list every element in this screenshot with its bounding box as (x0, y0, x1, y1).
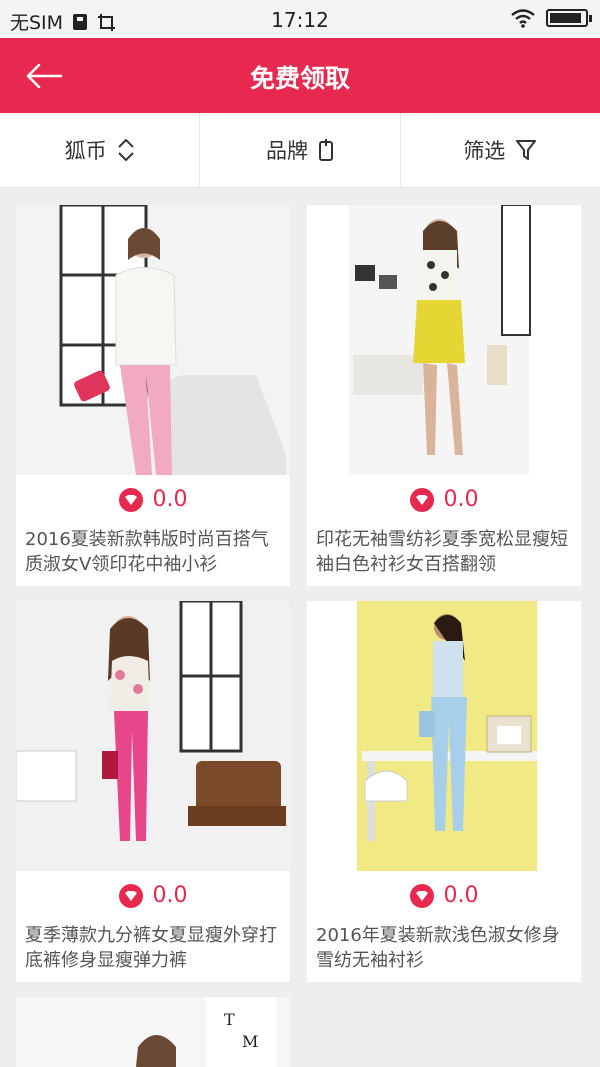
filter-bar: 狐币 品牌 筛选 (0, 113, 600, 188)
filter-coin-sort[interactable]: 狐币 (0, 113, 201, 187)
product-title: 印花无袖雪纺衫夏季宽松显瘦短袖白色衬衫女百搭翻领 (316, 529, 568, 575)
status-bar: 无SIM 17:12 (0, 0, 600, 38)
filter-screen[interactable]: 筛选 (401, 113, 600, 187)
svg-text:M: M (242, 1032, 258, 1051)
page-title: 免费领取 (249, 64, 350, 93)
product-title: 夏季薄款九分裤女夏显瘦外穿打底裤修身显瘦弹力裤 (25, 925, 277, 971)
product-card[interactable]: 0.0 2016夏装新款韩版时尚百搭气质淑女V领印花中袖小衫 (16, 205, 290, 586)
price-row: 0.0 (16, 883, 290, 908)
product-card[interactable]: T M (16, 997, 290, 1067)
gem-icon (118, 883, 143, 908)
product-image (307, 601, 581, 871)
battery-icon (546, 9, 592, 27)
product-card[interactable]: 0.0 夏季薄款九分裤女夏显瘦外穿打底裤修身显瘦弹力裤 (16, 601, 290, 982)
product-card[interactable]: 0.0 印花无袖雪纺衫夏季宽松显瘦短袖白色衬衫女百搭翻领 (307, 205, 581, 586)
status-right (510, 8, 592, 28)
gem-icon (118, 487, 143, 512)
gem-icon (409, 883, 434, 908)
price-row: 0.0 (16, 487, 290, 512)
price-row: 0.0 (307, 883, 581, 908)
product-card[interactable]: 0.0 2016年夏装新款浅色淑女修身雪纺无袖衬衫 (307, 601, 581, 982)
filter-label: 品牌 (265, 139, 308, 163)
filter-label: 狐币 (64, 139, 107, 163)
product-title: 2016夏装新款韩版时尚百搭气质淑女V领印花中袖小衫 (25, 529, 269, 575)
back-button[interactable] (22, 56, 66, 96)
product-image (16, 601, 290, 871)
sort-updown-icon (117, 139, 134, 161)
svg-text:T: T (224, 1010, 235, 1029)
price-row: 0.0 (307, 487, 581, 512)
product-image: T M (16, 997, 290, 1067)
price-value: 0.0 (152, 487, 188, 512)
price-value: 0.0 (152, 883, 188, 908)
product-image (16, 205, 290, 475)
wifi-icon (511, 9, 535, 28)
gem-icon (409, 487, 434, 512)
back-arrow-icon (26, 64, 63, 88)
funnel-icon (516, 140, 537, 160)
product-title: 2016年夏装新款浅色淑女修身雪纺无袖衬衫 (316, 925, 560, 971)
filter-label: 筛选 (463, 139, 506, 163)
price-value: 0.0 (443, 487, 479, 512)
app-bar: 免费领取 (0, 38, 600, 113)
product-image (307, 205, 581, 475)
tag-icon (318, 139, 333, 161)
price-value: 0.0 (443, 883, 479, 908)
filter-brand[interactable]: 品牌 (200, 113, 401, 187)
